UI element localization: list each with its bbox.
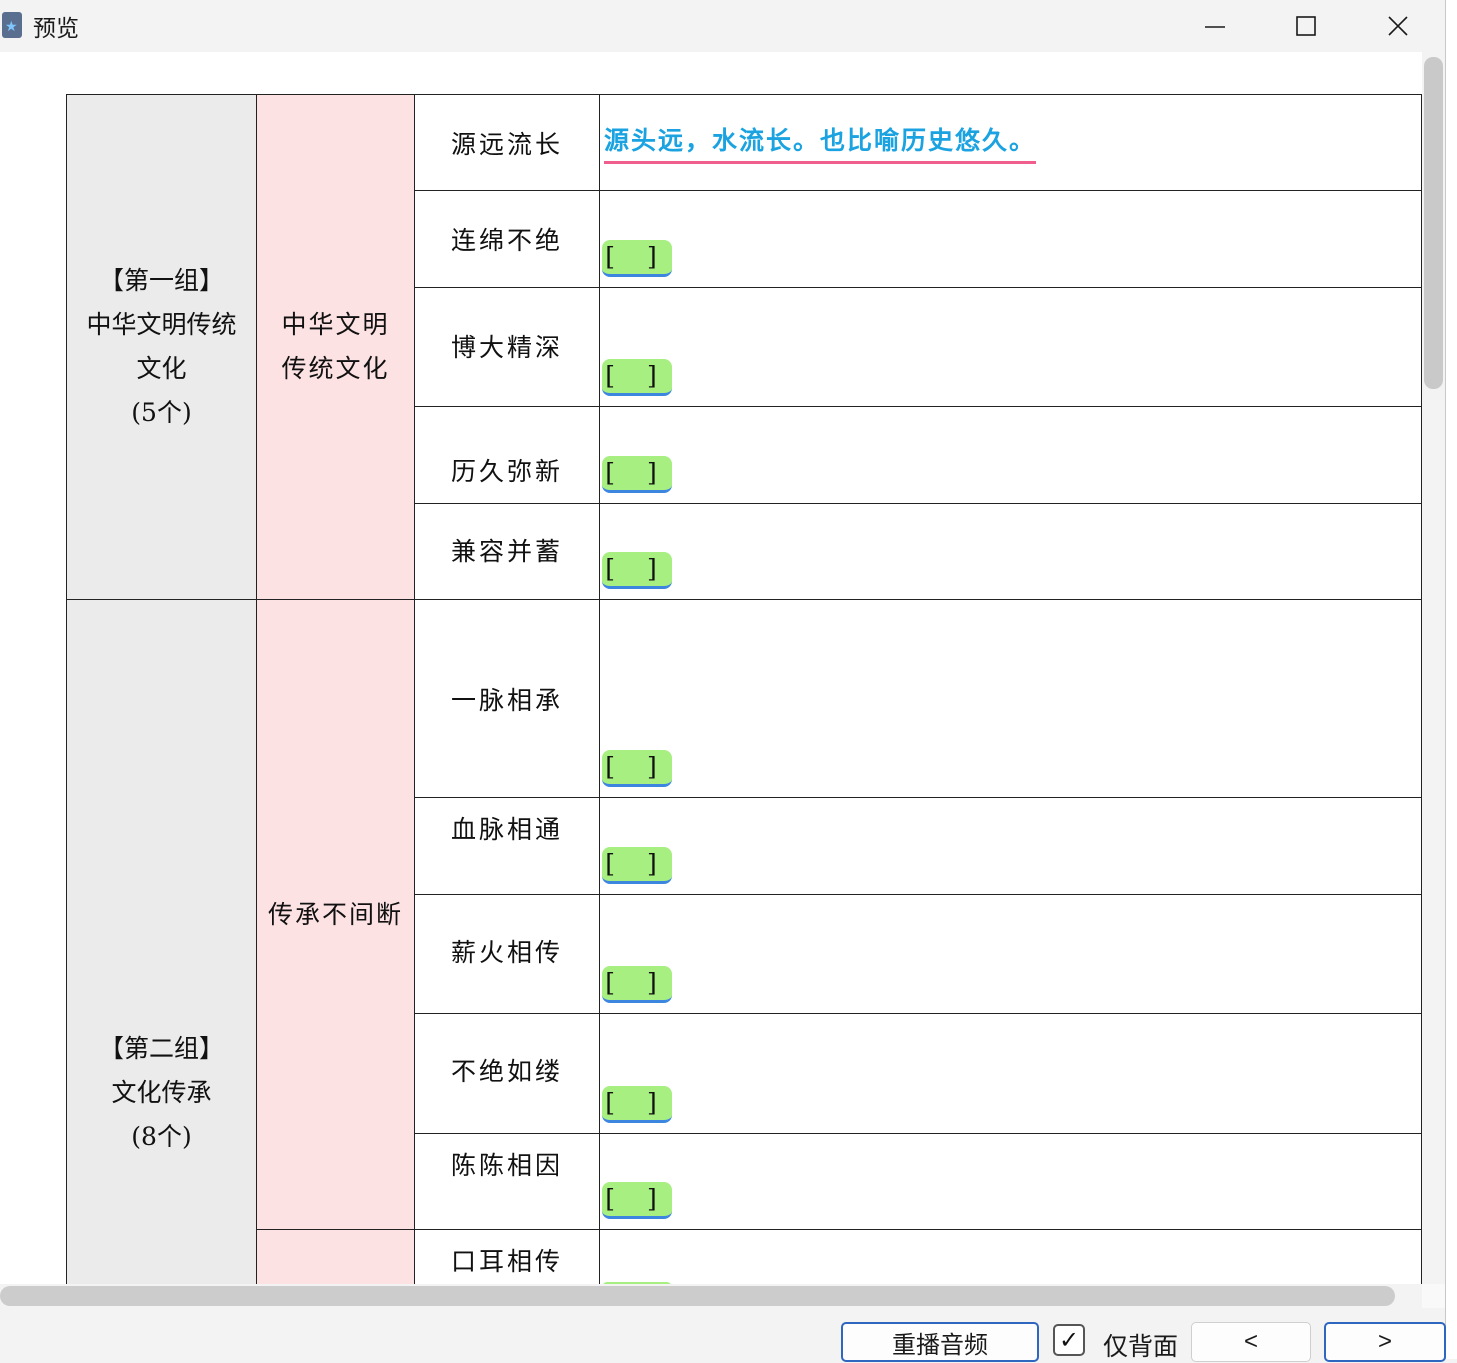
answer-cell: [ ] [599, 503, 1422, 600]
cloze-blank[interactable]: [ ] [602, 456, 672, 493]
term-text: 血脉相通 [451, 815, 564, 844]
term-cell: 博大精深 [414, 287, 600, 407]
close-icon [1388, 16, 1408, 36]
maximize-icon [1296, 16, 1316, 36]
window-title: 预览 [33, 15, 79, 41]
table-row: 【第二组】 文化传承 (8个) 传承不间断 一脉相承 [ ] [66, 599, 1422, 1284]
previous-button[interactable]: < [1191, 1322, 1311, 1362]
term-cell: 不绝如缕 [414, 1013, 600, 1134]
app-icon: ★ [2, 12, 22, 38]
group-label: 【第二组】 [98, 1033, 224, 1063]
cloze-blank[interactable]: [ ] [602, 552, 672, 589]
term-cell: 血脉相通 [414, 797, 600, 895]
vertical-scroll-thumb[interactable] [1424, 57, 1443, 389]
answer-cell: [ ] [599, 599, 1422, 798]
term-cell: 陈陈相因 [414, 1133, 600, 1230]
category-cell: 中华文明 传统文化 [256, 94, 415, 600]
card-content: 【第一组】 中华文明传统 文化 (5个) 中华文明 传统文化 源远流长 源头远，… [0, 52, 1422, 1284]
background-window-edge [1446, 0, 1457, 1359]
term-text: 连绵不绝 [451, 226, 564, 255]
back-only-checkbox[interactable]: ✓ [1053, 1324, 1085, 1356]
term-text: 一脉相承 [451, 685, 564, 715]
group-name: 文化 [136, 354, 187, 383]
group-label: 【第一组】 [98, 266, 224, 295]
table-row: 【第一组】 中华文明传统 文化 (5个) 中华文明 传统文化 源远流长 源头远，… [66, 94, 1422, 600]
answer-cell: [ ] [599, 1133, 1422, 1230]
answer-cell: [ ] [599, 1013, 1422, 1134]
term-text: 兼容并蓄 [451, 537, 564, 566]
answer-cell [599, 1229, 1422, 1284]
vocab-table: 【第一组】 中华文明传统 文化 (5个) 中华文明 传统文化 源远流长 源头远，… [66, 94, 1422, 1284]
cloze-blank[interactable]: [ ] [602, 847, 672, 884]
answer-cell: [ ] [599, 190, 1422, 288]
term-cell: 历久弥新 [414, 406, 600, 504]
maximize-button[interactable] [1260, 0, 1352, 52]
revealed-answer: 源头远，水流长。也比喻历史悠久。 [604, 121, 1037, 164]
minimize-button[interactable] [1169, 0, 1261, 52]
horizontal-scroll-thumb[interactable] [0, 1286, 1395, 1306]
minimize-icon [1205, 26, 1225, 28]
back-only-label: 仅背面 [1103, 1333, 1179, 1361]
checkmark-icon: ✓ [1058, 1326, 1080, 1354]
cloze-blank[interactable]: [ ] [602, 359, 672, 396]
answer-cell: [ ] [599, 797, 1422, 895]
preview-window: ★ 预览 【第一组】 中华文明传统 文化 (5个) 中华文明 传统文化 源远流长… [0, 0, 1446, 1362]
term-text: 历久弥新 [451, 457, 564, 486]
category-name: 传承不间断 [267, 899, 403, 929]
term-cell: 一脉相承 [414, 599, 600, 798]
group-name: 文化传承 [111, 1077, 212, 1107]
category-name: 传统文化 [281, 354, 390, 383]
cloze-blank[interactable]: [ ] [602, 750, 672, 787]
term-text: 源远流长 [451, 129, 564, 159]
group-cell: 【第一组】 中华文明传统 文化 (5个) [66, 94, 257, 600]
term-cell: 薪火相传 [414, 894, 600, 1014]
next-button[interactable]: > [1324, 1322, 1446, 1362]
category-cell [256, 1229, 415, 1284]
term-cell: 兼容并蓄 [414, 503, 600, 600]
term-text: 不绝如缕 [451, 1057, 564, 1086]
cloze-blank[interactable]: [ ] [602, 1086, 672, 1123]
cloze-blank[interactable]: [ ] [602, 1182, 672, 1219]
term-text: 薪火相传 [451, 938, 564, 967]
close-button[interactable] [1352, 0, 1444, 52]
answer-cell: [ ] [599, 894, 1422, 1014]
horizontal-scrollbar[interactable] [0, 1284, 1422, 1308]
answer-cell: [ ] [599, 406, 1422, 504]
category-cell: 传承不间断 [256, 599, 415, 1230]
vertical-scrollbar[interactable] [1422, 52, 1445, 1284]
title-bar: ★ 预览 [0, 0, 1445, 52]
term-cell: 源远流长 [414, 94, 600, 191]
cloze-blank[interactable]: [ ] [602, 240, 672, 277]
answer-cell: [ ] [599, 287, 1422, 407]
term-text: 陈陈相因 [451, 1151, 564, 1180]
term-text: 博大精深 [451, 333, 564, 362]
cloze-blank[interactable]: [ ] [602, 966, 672, 1003]
answer-cell: 源头远，水流长。也比喻历史悠久。 [599, 94, 1422, 191]
term-text: 口耳相传 [451, 1247, 564, 1276]
term-cell: 口耳相传 [414, 1229, 600, 1284]
category-name: 中华文明 [281, 310, 390, 339]
replay-audio-button[interactable]: 重播音频 [841, 1322, 1039, 1362]
term-cell: 连绵不绝 [414, 190, 600, 288]
table-row: 口耳相传 [67, 1229, 1422, 1284]
group-cell: 【第二组】 文化传承 (8个) [66, 599, 257, 1284]
group-count: (8个) [131, 1121, 192, 1151]
bottom-toolbar: 重播音频 ✓ 仅背面 < > [0, 1308, 1446, 1362]
group-count: (5个) [131, 398, 192, 427]
group-name: 中华文明传统 [86, 310, 237, 339]
